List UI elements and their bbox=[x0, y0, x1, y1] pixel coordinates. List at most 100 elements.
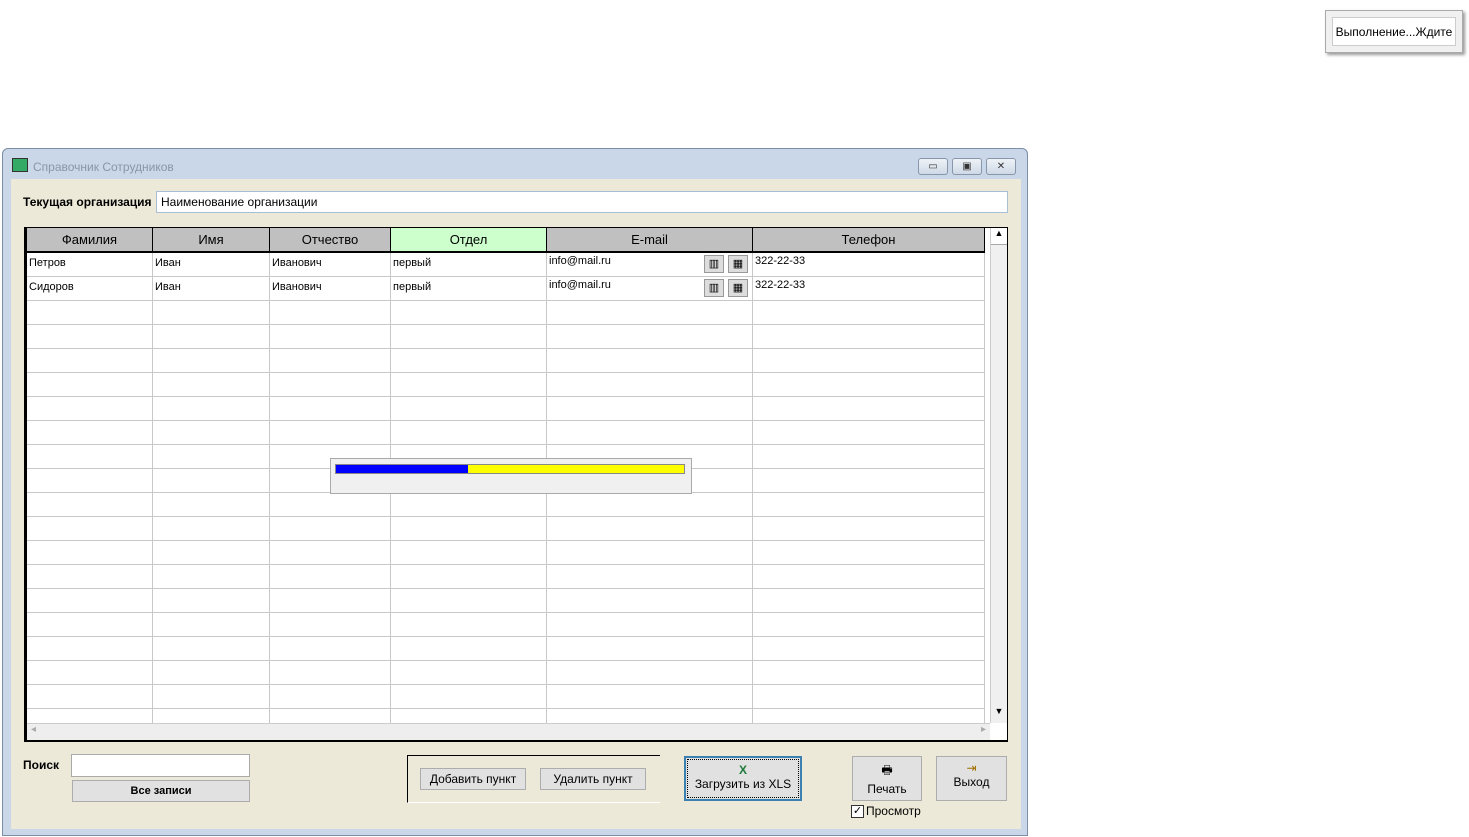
table-cell[interactable] bbox=[753, 613, 985, 637]
table-cell[interactable] bbox=[547, 541, 753, 565]
table-cell[interactable] bbox=[547, 565, 753, 589]
table-cell[interactable] bbox=[547, 373, 753, 397]
table-cell[interactable] bbox=[547, 517, 753, 541]
table-cell[interactable] bbox=[27, 589, 153, 613]
table-cell[interactable] bbox=[27, 301, 153, 325]
table-cell[interactable] bbox=[753, 421, 985, 445]
table-cell[interactable] bbox=[547, 325, 753, 349]
table-cell[interactable] bbox=[27, 565, 153, 589]
minimize-button[interactable]: ▭ bbox=[918, 158, 948, 175]
delete-item-button[interactable]: Удалить пункт bbox=[540, 768, 646, 790]
table-icon[interactable]: ▦ bbox=[728, 279, 748, 297]
table-cell[interactable] bbox=[153, 685, 270, 709]
load-xls-button[interactable]: X Загрузить из XLS bbox=[684, 756, 802, 801]
table-icon[interactable]: ▦ bbox=[728, 255, 748, 273]
table-cell[interactable] bbox=[391, 373, 547, 397]
table-cell[interactable] bbox=[753, 565, 985, 589]
table-cell[interactable]: 322-22-33 bbox=[753, 277, 985, 301]
table-cell[interactable]: Сидоров bbox=[27, 277, 153, 301]
table-cell[interactable] bbox=[270, 493, 391, 517]
table-cell[interactable] bbox=[547, 349, 753, 373]
table-cell[interactable] bbox=[27, 421, 153, 445]
preview-checkbox[interactable]: ✓ Просмотр bbox=[851, 804, 921, 818]
table-cell[interactable] bbox=[753, 469, 985, 493]
table-cell[interactable] bbox=[270, 301, 391, 325]
table-cell[interactable] bbox=[391, 493, 547, 517]
table-cell[interactable] bbox=[753, 661, 985, 685]
table-cell[interactable]: 322-22-33 bbox=[753, 253, 985, 277]
table-cell[interactable] bbox=[153, 469, 270, 493]
table-cell[interactable]: Иван bbox=[153, 253, 270, 277]
table-cell[interactable] bbox=[391, 301, 547, 325]
table-cell[interactable] bbox=[547, 661, 753, 685]
table-cell[interactable] bbox=[270, 685, 391, 709]
table-cell[interactable]: Иван bbox=[153, 277, 270, 301]
table-cell[interactable] bbox=[547, 301, 753, 325]
table-cell[interactable] bbox=[27, 469, 153, 493]
table-cell[interactable] bbox=[270, 541, 391, 565]
table-cell[interactable] bbox=[753, 373, 985, 397]
table-cell[interactable] bbox=[547, 421, 753, 445]
table-cell[interactable] bbox=[153, 565, 270, 589]
table-cell[interactable] bbox=[153, 349, 270, 373]
table-cell[interactable] bbox=[270, 517, 391, 541]
table-cell[interactable] bbox=[153, 589, 270, 613]
column-header[interactable]: E-mail bbox=[547, 228, 753, 253]
table-cell[interactable] bbox=[391, 349, 547, 373]
table-cell[interactable] bbox=[153, 541, 270, 565]
table-cell[interactable] bbox=[391, 541, 547, 565]
table-cell[interactable] bbox=[391, 613, 547, 637]
table-cell[interactable] bbox=[547, 685, 753, 709]
table-cell[interactable] bbox=[153, 301, 270, 325]
table-cell[interactable] bbox=[270, 565, 391, 589]
table-cell[interactable] bbox=[153, 421, 270, 445]
table-cell[interactable] bbox=[27, 373, 153, 397]
table-cell[interactable] bbox=[391, 637, 547, 661]
close-button[interactable]: ✕ bbox=[986, 158, 1016, 175]
maximize-button[interactable]: ▣ bbox=[952, 158, 982, 175]
table-cell[interactable] bbox=[753, 517, 985, 541]
table-cell[interactable] bbox=[753, 637, 985, 661]
table-cell[interactable] bbox=[753, 493, 985, 517]
table-cell[interactable] bbox=[27, 613, 153, 637]
scroll-down-icon[interactable]: ▼ bbox=[991, 706, 1007, 723]
add-item-button[interactable]: Добавить пункт bbox=[420, 768, 526, 790]
table-cell[interactable] bbox=[270, 325, 391, 349]
column-header[interactable]: Имя bbox=[153, 228, 270, 253]
table-cell[interactable] bbox=[547, 637, 753, 661]
scroll-left-icon[interactable]: ◂ bbox=[31, 724, 36, 735]
table-cell[interactable] bbox=[270, 421, 391, 445]
column-header[interactable]: Отчество bbox=[270, 228, 391, 253]
mail-card-icon[interactable]: ▥ bbox=[704, 279, 724, 297]
table-cell[interactable] bbox=[547, 397, 753, 421]
table-cell[interactable] bbox=[391, 397, 547, 421]
search-input[interactable] bbox=[71, 754, 250, 777]
table-cell[interactable] bbox=[753, 541, 985, 565]
print-button[interactable]: 🖶 Печать bbox=[852, 756, 922, 801]
table-cell[interactable] bbox=[270, 613, 391, 637]
checkbox-icon[interactable]: ✓ bbox=[851, 804, 864, 818]
table-cell[interactable] bbox=[27, 661, 153, 685]
scroll-up-icon[interactable]: ▲ bbox=[991, 228, 1007, 245]
table-cell[interactable] bbox=[27, 325, 153, 349]
table-cell[interactable] bbox=[27, 517, 153, 541]
table-cell[interactable] bbox=[153, 517, 270, 541]
horizontal-scrollbar[interactable]: ◂ ▸ bbox=[27, 723, 990, 740]
table-cell[interactable] bbox=[27, 637, 153, 661]
column-header[interactable]: Телефон bbox=[753, 228, 985, 253]
mail-card-icon[interactable]: ▥ bbox=[704, 255, 724, 273]
table-cell[interactable] bbox=[153, 493, 270, 517]
all-records-button[interactable]: Все записи bbox=[72, 780, 250, 802]
scroll-right-icon[interactable]: ▸ bbox=[981, 724, 986, 735]
org-input[interactable]: Наименование организации bbox=[156, 191, 1008, 213]
table-cell[interactable] bbox=[27, 349, 153, 373]
table-cell[interactable] bbox=[753, 589, 985, 613]
table-cell[interactable]: Иванович bbox=[270, 253, 391, 277]
table-cell[interactable] bbox=[270, 589, 391, 613]
table-cell[interactable] bbox=[753, 349, 985, 373]
table-cell[interactable] bbox=[391, 661, 547, 685]
table-cell[interactable] bbox=[153, 661, 270, 685]
column-header[interactable]: Отдел bbox=[391, 228, 547, 253]
table-cell[interactable] bbox=[391, 685, 547, 709]
table-cell[interactable] bbox=[27, 445, 153, 469]
